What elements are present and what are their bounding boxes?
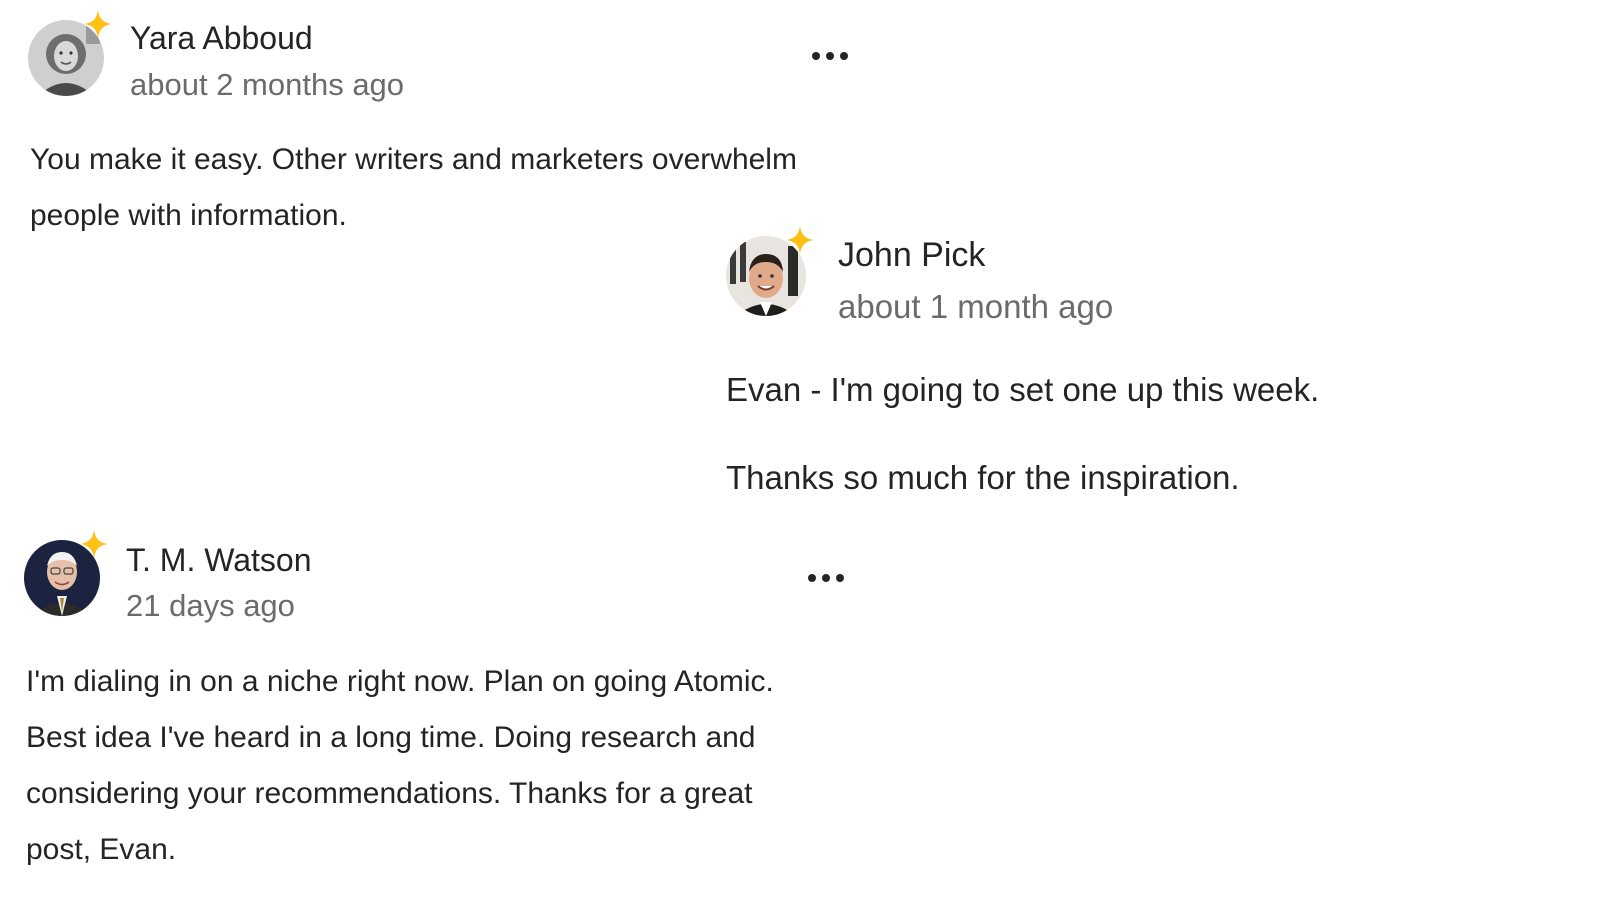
reply-paragraph: Evan - I'm going to set one up this week… bbox=[726, 371, 1320, 408]
sparkle-star-icon bbox=[80, 530, 108, 558]
more-horizontal-icon bbox=[808, 574, 844, 582]
comment-text: I'm dialing in on a niche right now. Pla… bbox=[26, 665, 774, 866]
comment-yara-abboud: Yara Abboud about 2 months ago You make … bbox=[0, 0, 900, 240]
avatar-wrap[interactable] bbox=[726, 226, 814, 316]
comment-tm-watson: T. M. Watson 21 days ago I'm dialing in … bbox=[0, 520, 900, 900]
sparkle-star-icon bbox=[84, 10, 112, 38]
comment-author[interactable]: Yara Abboud bbox=[130, 20, 313, 57]
avatar-wrap[interactable] bbox=[28, 10, 112, 96]
reply-timestamp[interactable]: about 1 month ago bbox=[838, 288, 1113, 326]
reply-text: Evan - I'm going to set one up this week… bbox=[726, 368, 1546, 544]
sparkle-star-icon bbox=[786, 226, 814, 254]
reply-john-pick: John Pick about 1 month ago Evan - I'm g… bbox=[700, 220, 1560, 520]
reply-paragraph: Thanks so much for the inspiration. bbox=[726, 459, 1240, 496]
more-options-button[interactable] bbox=[804, 566, 848, 590]
avatar-wrap[interactable] bbox=[24, 530, 108, 616]
comment-author[interactable]: T. M. Watson bbox=[126, 542, 312, 579]
comment-timestamp[interactable]: about 2 months ago bbox=[130, 67, 404, 103]
more-horizontal-icon bbox=[812, 52, 848, 60]
more-options-button[interactable] bbox=[808, 44, 852, 68]
reply-author[interactable]: John Pick bbox=[838, 236, 985, 275]
comment-timestamp[interactable]: 21 days ago bbox=[126, 588, 295, 624]
